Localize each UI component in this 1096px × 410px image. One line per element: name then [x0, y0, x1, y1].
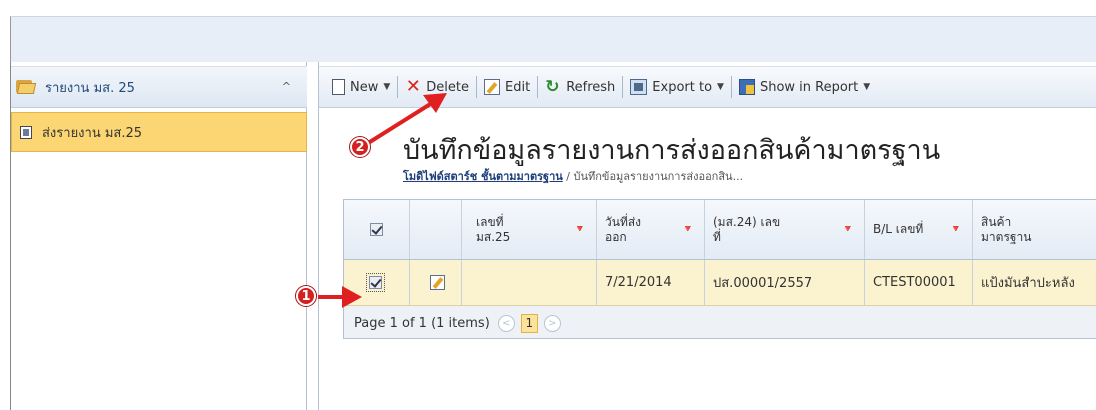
annotation-badge-2: 2: [350, 137, 370, 157]
annotation-badge-1: 1: [296, 286, 316, 306]
arrow-to-checkbox: [318, 286, 362, 308]
annotation-arrows: [318, 93, 447, 308]
arrow-to-delete: [363, 93, 447, 147]
